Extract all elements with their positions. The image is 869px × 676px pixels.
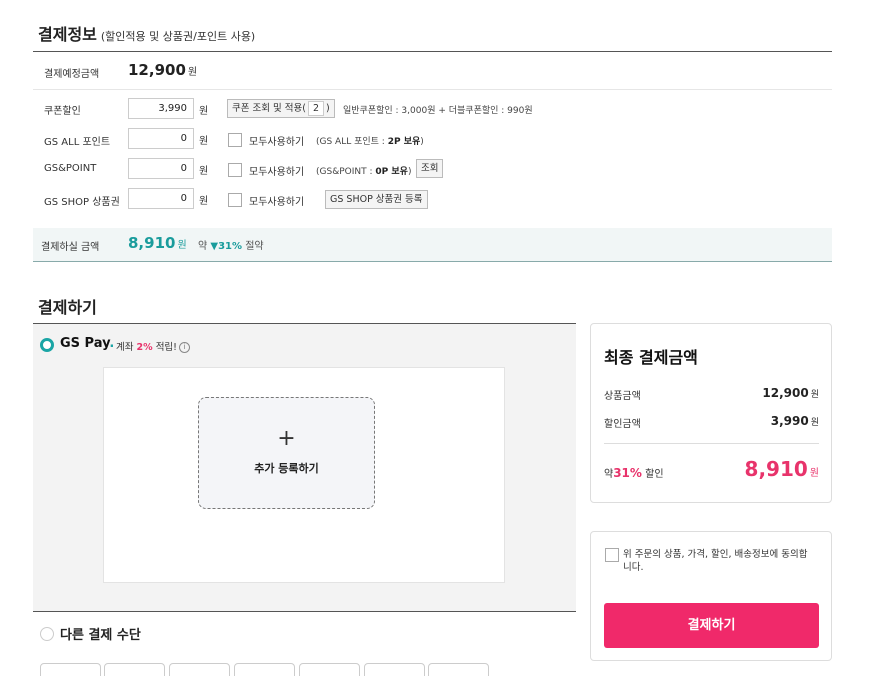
coupon-label: 쿠폰할인 xyxy=(44,106,81,117)
payment-method-option[interactable] xyxy=(104,663,165,676)
agreement-box: 위 주문의 상품, 가격, 할인, 배송정보에 동의합니다. 결제하기 xyxy=(590,531,832,661)
pay-button[interactable]: 결제하기 xyxy=(604,603,819,648)
gs-and-point-use-all-checkbox[interactable] xyxy=(228,163,242,177)
gspay-desc-suffix: 적립! xyxy=(155,342,177,353)
payment-method-option[interactable] xyxy=(40,663,101,676)
other-payment-label[interactable]: 다른 결제 수단 xyxy=(60,624,141,643)
total-savings: 약 ▼31% 절약 xyxy=(198,237,264,252)
note-prefix: (GS ALL 포인트 : xyxy=(316,137,388,147)
save-prefix: 약 xyxy=(198,241,208,252)
product-amount-label: 상품금액 xyxy=(604,391,641,402)
discount-amount-value: 3,990 xyxy=(770,414,809,428)
unit-won: 원 xyxy=(810,418,819,428)
coupon-detail: 일반쿠폰할인 : 3,000원 + 더블쿠폰할인 : 990원 xyxy=(343,106,533,116)
payment-method-option[interactable] xyxy=(169,663,230,676)
gspay-description: 계좌 2% 적립! i xyxy=(116,339,190,353)
note-prefix: (GS&POINT : xyxy=(316,167,376,177)
gift-card-use-all-label[interactable]: 모두사용하기 xyxy=(249,193,304,208)
coupon-button-prefix: 쿠폰 조회 및 적용( xyxy=(232,103,306,114)
product-amount: 12,900 원 xyxy=(762,386,819,400)
unit-won: 원 xyxy=(177,240,187,251)
payment-info-title: 결제정보 (할인적용 및 상품권/포인트 사용) xyxy=(38,21,255,45)
gs-and-point-label: GS&POINT xyxy=(44,163,97,174)
total-payment-label: 결제하실 금액 xyxy=(41,242,100,253)
final-amount-summary: 최종 결제금액 상품금액 12,900 원 할인금액 3,990 원 약31% 할인… xyxy=(590,323,832,503)
gift-card-use-all-checkbox[interactable] xyxy=(228,193,242,207)
expected-amount-label: 결제예정금액 xyxy=(44,69,100,80)
gs-and-point-input[interactable]: 0 xyxy=(128,158,194,179)
discount-amount-label: 할인금액 xyxy=(604,419,641,430)
payment-method-option[interactable] xyxy=(234,663,295,676)
unit-won: 원 xyxy=(199,136,209,147)
unit-won: 원 xyxy=(199,166,209,177)
gspay-desc-prefix: 계좌 xyxy=(116,342,134,353)
payment-method-option[interactable] xyxy=(364,663,425,676)
gspay-card-area: + 추가 등록하기 xyxy=(103,367,505,583)
gs-all-point-balance: (GS ALL 포인트 : 2P 보유) xyxy=(316,134,424,147)
total-payment-value: 8,910 xyxy=(128,234,176,252)
disc-suffix: 할인 xyxy=(645,469,664,480)
payment-info-subtitle: (할인적용 및 상품권/포인트 사용) xyxy=(100,30,256,43)
total-payment-amount: 8,910 원 xyxy=(128,234,187,252)
unit-won: 원 xyxy=(809,468,819,479)
gs-and-point-use-all-label[interactable]: 모두사용하기 xyxy=(249,163,304,178)
gift-card-input[interactable]: 0 xyxy=(128,188,194,209)
final-amount: 8,910 원 xyxy=(745,457,819,481)
unit-won: 원 xyxy=(199,106,209,117)
gs-all-point-input[interactable]: 0 xyxy=(128,128,194,149)
gspay-desc-pct: 2% xyxy=(136,342,153,353)
payment-info-title-text: 결제정보 xyxy=(38,25,97,44)
gspay-panel: GS Pay. 계좌 2% 적립! i + 추가 등록하기 xyxy=(33,324,576,612)
gspay-logo: GS Pay. xyxy=(60,336,114,351)
unit-won: 원 xyxy=(187,67,198,78)
unit-won: 원 xyxy=(199,196,209,207)
gs-and-point-lookup-button[interactable]: 조회 xyxy=(416,159,444,178)
gs-all-point-label: GS ALL 포인트 xyxy=(44,137,111,148)
note-suffix: ) xyxy=(420,137,424,147)
divider xyxy=(604,443,819,444)
disc-prefix: 약 xyxy=(604,469,614,480)
payment-method-option[interactable] xyxy=(299,663,360,676)
save-suffix: 절약 xyxy=(245,241,264,252)
discount-rate: 약31% 할인 xyxy=(604,465,664,480)
gift-card-label: GS SHOP 상품권 xyxy=(44,197,120,208)
gspay-logo-dot: . xyxy=(109,336,115,351)
divider xyxy=(33,89,832,90)
save-percent: 31% xyxy=(218,241,243,252)
gift-card-register-button[interactable]: GS SHOP 상품권 등록 xyxy=(325,190,428,209)
coupon-amount-input[interactable]: 3,990 xyxy=(128,98,194,119)
gs-and-point-balance: (GS&POINT : 0P 보유) xyxy=(316,164,411,177)
gspay-radio[interactable] xyxy=(40,338,54,352)
payment-method-title: 결제하기 xyxy=(38,298,97,317)
note-suffix: ) xyxy=(407,167,412,177)
gs-all-point-use-all-label[interactable]: 모두사용하기 xyxy=(249,133,304,148)
disc-pct: 31% xyxy=(613,466,642,480)
info-icon[interactable]: i xyxy=(178,342,190,353)
agreement-checkbox[interactable] xyxy=(605,548,619,562)
total-payment-bar: 결제하실 금액 8,910 원 약 ▼31% 절약 xyxy=(33,228,832,262)
other-payment-radio[interactable] xyxy=(40,627,54,641)
coupon-apply-button[interactable]: 쿠폰 조회 및 적용(2) xyxy=(227,99,335,118)
note-value: 0P 보유 xyxy=(375,167,408,177)
down-arrow-icon: ▼ xyxy=(210,241,219,252)
expected-amount-value: 12,900 xyxy=(128,61,186,79)
payment-method-option[interactable] xyxy=(428,663,489,676)
add-card-button[interactable]: + 추가 등록하기 xyxy=(198,397,375,509)
unit-won: 원 xyxy=(810,390,819,400)
note-value: 2P 보유 xyxy=(387,137,421,147)
expected-amount: 12,900 원 xyxy=(128,61,197,79)
gspay-logo-text: GS Pay xyxy=(60,336,110,351)
final-amount-value: 8,910 xyxy=(744,457,808,481)
add-card-label: 추가 등록하기 xyxy=(254,462,319,475)
summary-title: 최종 결제금액 xyxy=(604,348,698,367)
coupon-button-suffix: ) xyxy=(326,103,330,114)
gs-all-point-use-all-checkbox[interactable] xyxy=(228,133,242,147)
plus-icon: + xyxy=(277,426,296,451)
discount-amount: 3,990 원 xyxy=(771,414,819,428)
product-amount-value: 12,900 xyxy=(762,386,809,400)
coupon-count: 2 xyxy=(307,101,324,116)
divider xyxy=(33,51,832,52)
agreement-text[interactable]: 위 주문의 상품, 가격, 할인, 배송정보에 동의합니다. xyxy=(623,548,813,574)
